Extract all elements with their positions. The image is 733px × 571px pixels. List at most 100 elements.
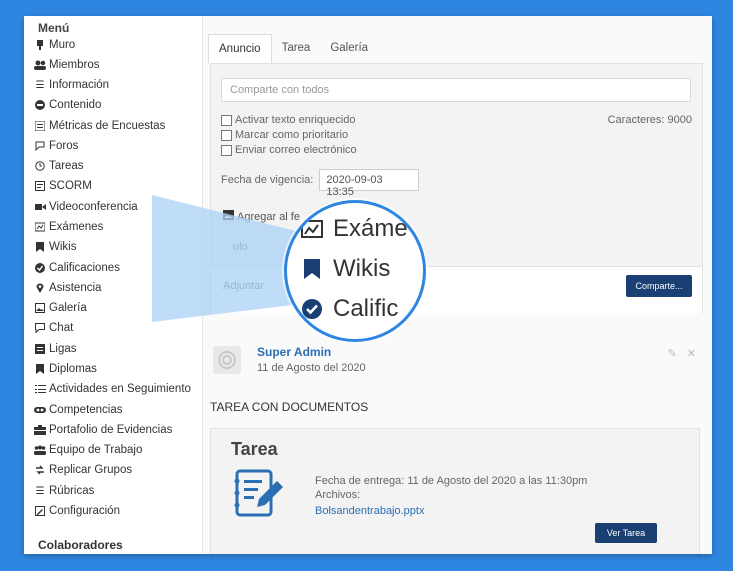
metrics-icon <box>34 120 46 132</box>
add-to-feed-link[interactable]: Agregar al fe <box>223 210 300 223</box>
task-card: Tarea Fecha de entrega: 11 de Agosto del… <box>210 428 700 554</box>
add-to-feed-label: Agregar al fe <box>237 210 300 223</box>
sidebar-item-label: Métricas de Encuestas <box>49 120 166 132</box>
main-content: Anuncio Tarea Galería Activar texto enri… <box>203 16 712 554</box>
attach-link[interactable]: Adjuntar <box>223 280 264 292</box>
title-field-label: ulo <box>233 241 248 253</box>
sidebar-item-portafolio[interactable]: Portafolio de Evidencias <box>34 421 172 439</box>
sidebar-item-wikis[interactable]: Wikis <box>34 238 76 256</box>
clock-icon <box>34 160 46 172</box>
sidebar-item-competencias[interactable]: Competencias <box>34 401 123 419</box>
sidebar-item-label: Miembros <box>49 59 100 71</box>
sidebar-item-label: Foros <box>49 140 79 152</box>
lens-item-calificaciones: Calific <box>301 295 398 323</box>
sidebar-item-label: Exámenes <box>49 221 104 233</box>
post-author[interactable]: Super Admin <box>257 345 331 359</box>
view-task-button[interactable]: Ver Tarea <box>595 523 657 543</box>
gallery-icon <box>34 302 46 314</box>
sidebar-item-label: Asistencia <box>49 282 102 294</box>
team-icon <box>34 444 46 456</box>
exam-icon <box>301 219 323 239</box>
check-badge-icon <box>34 262 46 274</box>
sidebar-item-actividades[interactable]: Actividades en Seguimiento <box>34 380 191 398</box>
avatar-placeholder-icon <box>218 351 236 369</box>
sidebar-item-label: Equipo de Trabajo <box>49 444 143 456</box>
replicate-icon <box>34 464 46 476</box>
sidebar-item-label: Actividades en Seguimiento <box>49 383 191 395</box>
sidebar-item-label: Diplomas <box>49 363 97 375</box>
sidebar-item-galeria[interactable]: Galería <box>34 299 87 317</box>
lens-item-label: Calific <box>333 295 399 322</box>
lens-item-label: Exáme <box>333 215 408 242</box>
tab-galeria[interactable]: Galería <box>320 34 378 64</box>
sidebar-item-replicar[interactable]: Replicar Grupos <box>34 461 132 479</box>
checkbox-label: Marcar como prioritario <box>235 129 349 141</box>
sidebar-item-diplomas[interactable]: Diplomas <box>34 360 97 378</box>
magnifier-lens: Exáme Wikis Calific <box>284 200 426 342</box>
expiry-label: Fecha de vigencia: <box>221 174 314 186</box>
sidebar-item-label: Información <box>49 79 110 91</box>
email-checkbox[interactable]: Enviar correo electrónico <box>221 144 357 156</box>
sidebar-item-label: Competencias <box>49 404 123 416</box>
bookmark-icon <box>34 241 46 253</box>
expiry-date-input[interactable]: 2020-09-03 13:35 <box>319 169 420 198</box>
checkbox-box[interactable] <box>221 129 232 141</box>
sidebar-item-label: Wikis <box>49 241 77 253</box>
file-link[interactable]: Bolsandentrabajo.pptx <box>315 505 424 517</box>
sidebar-item-ligas[interactable]: Ligas <box>34 340 77 358</box>
sidebar-item-contenido[interactable]: Contenido <box>34 96 101 114</box>
list-icon: ☰ <box>35 79 45 91</box>
forum-icon <box>34 140 46 152</box>
checkbox-box[interactable] <box>221 144 232 156</box>
checkbox-label: Activar texto enriquecido <box>235 114 356 126</box>
bookmark-icon <box>34 363 46 375</box>
sidebar-item-label: Ligas <box>49 343 77 355</box>
share-button[interactable]: Comparte... <box>626 275 692 297</box>
sidebar-item-tareas[interactable]: Tareas <box>34 157 84 175</box>
location-icon <box>34 282 46 294</box>
sidebar-item-scorm[interactable]: SCORM <box>34 177 92 195</box>
exam-icon <box>34 221 46 233</box>
sidebar-item-metricas[interactable]: Métricas de Encuestas <box>34 117 165 135</box>
tab-tarea[interactable]: Tarea <box>272 34 321 64</box>
sidebar-item-videoconferencia[interactable]: Videoconferencia <box>34 198 138 216</box>
sidebar-item-equipo[interactable]: Equipo de Trabajo <box>34 441 142 459</box>
task-document-icon <box>231 467 287 528</box>
post-actions: ✎ ✕ <box>668 347 696 360</box>
sidebar-item-label: Calificaciones <box>49 262 120 274</box>
sidebar-item-label: Replicar Grupos <box>49 464 133 476</box>
sidebar-item-asistencia[interactable]: Asistencia <box>34 279 101 297</box>
sidebar-item-muro[interactable]: Muro <box>34 36 75 54</box>
lens-item-label: Wikis <box>333 255 391 282</box>
share-input[interactable] <box>221 78 691 102</box>
tab-anuncio[interactable]: Anuncio <box>208 34 272 64</box>
sidebar-menu: Menú Muro Miembros ☰ Información Conteni… <box>24 16 203 554</box>
rich-text-checkbox[interactable]: Activar texto enriquecido <box>221 114 355 126</box>
checkbox-box[interactable] <box>221 114 232 126</box>
edit-icon[interactable]: ✎ <box>668 347 677 360</box>
sidebar-item-rubricas[interactable]: ☰ Rúbricas <box>34 482 95 500</box>
sidebar-item-label: Contenido <box>49 99 102 111</box>
sidebar-item-foros[interactable]: Foros <box>34 137 78 155</box>
sidebar-item-label: Configuración <box>49 505 120 517</box>
sidebar-item-calificaciones[interactable]: Calificaciones <box>34 259 120 277</box>
avatar <box>213 346 241 374</box>
links-icon <box>34 343 46 355</box>
menu-title: Menú <box>38 21 70 35</box>
members-icon <box>34 59 46 71</box>
sidebar-item-chat[interactable]: Chat <box>34 319 73 337</box>
close-icon[interactable]: ✕ <box>687 347 696 360</box>
sidebar-item-configuracion[interactable]: Configuración <box>34 502 120 520</box>
sidebar-item-label: Galería <box>49 302 87 314</box>
sidebar-item-informacion[interactable]: ☰ Información <box>34 76 110 94</box>
pin-icon <box>34 39 46 51</box>
tracking-icon <box>34 383 46 395</box>
character-counter: Caracteres: 9000 <box>607 114 692 126</box>
sidebar-item-label: Videoconferencia <box>49 201 138 213</box>
sidebar-item-examenes[interactable]: Exámenes <box>34 218 103 236</box>
sidebar-item-label: Muro <box>49 39 76 51</box>
sidebar-item-miembros[interactable]: Miembros <box>34 56 99 74</box>
priority-checkbox[interactable]: Marcar como prioritario <box>221 129 348 141</box>
video-icon <box>34 201 46 213</box>
post-type-tabs: Anuncio Tarea Galería <box>208 34 378 64</box>
